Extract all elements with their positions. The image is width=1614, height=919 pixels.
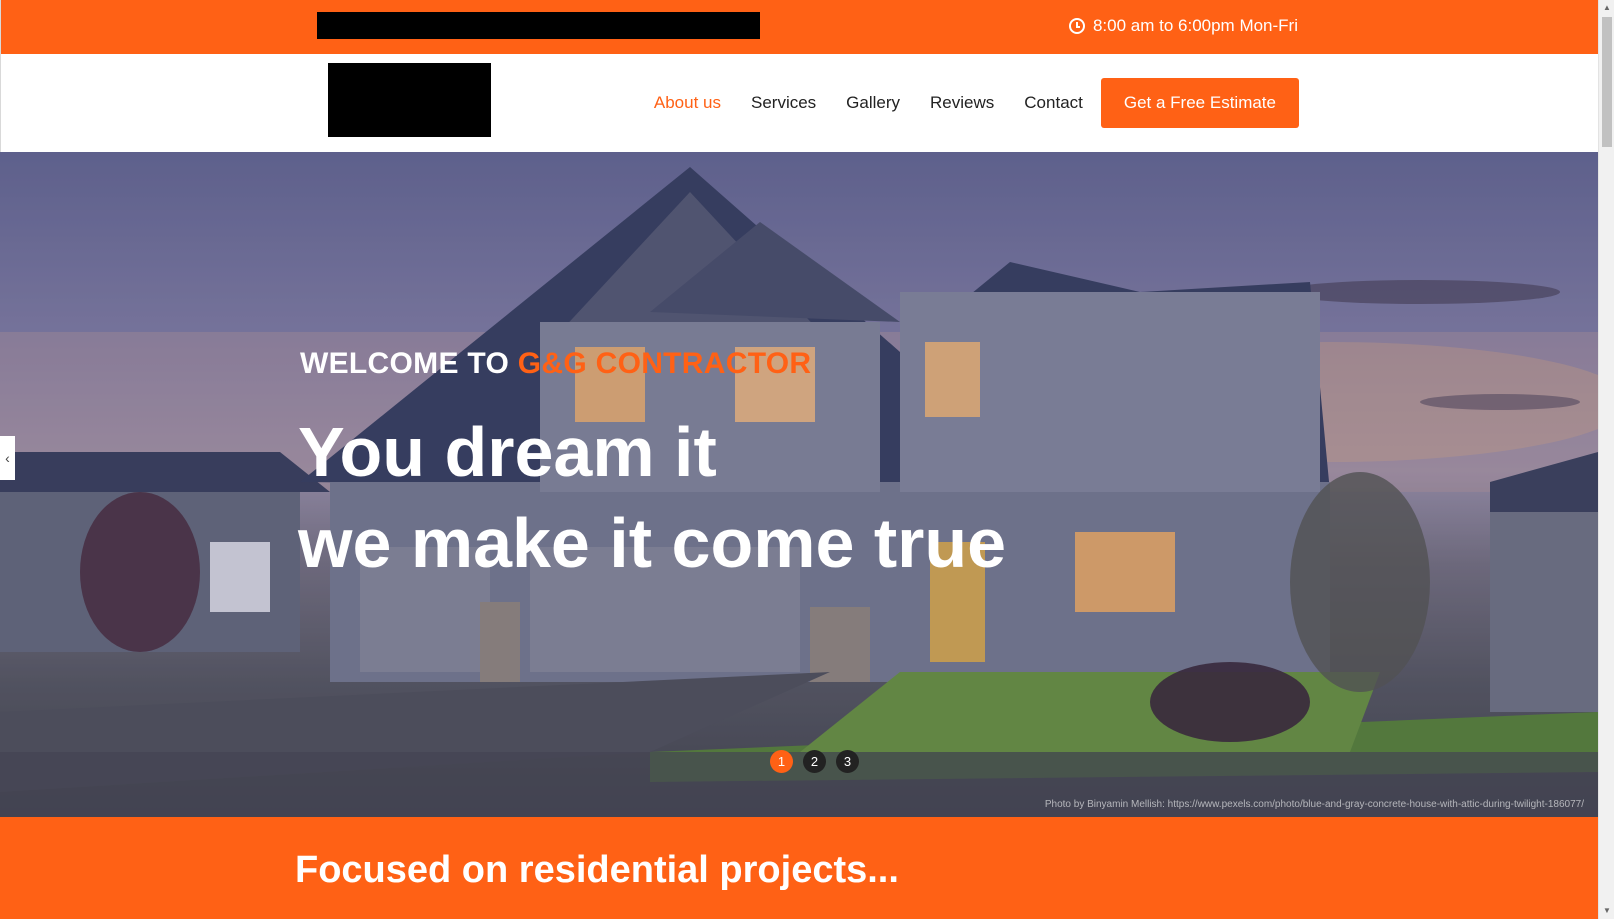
free-estimate-button[interactable]: Get a Free Estimate [1100,78,1299,128]
slider-prev-arrow[interactable]: ‹ [0,436,15,480]
nav-item-gallery[interactable]: Gallery [831,79,915,127]
business-hours: 8:00 am to 6:00pm Mon-Fri [1068,16,1298,36]
main-navbar: About us Services Gallery Reviews Contac… [0,54,1598,152]
nav-menu: About us Services Gallery Reviews Contac… [639,78,1299,128]
hero-kicker-prefix: WELCOME TO [300,347,510,380]
hero-title-line-2: we make it come true [298,504,1007,582]
slider-dot-1[interactable]: 1 [770,750,793,773]
page-scrollbar[interactable]: ▲ ▼ [1598,0,1614,919]
nav-item-about-us[interactable]: About us [639,79,736,127]
page: 8:00 am to 6:00pm Mon-Fri About us Servi… [0,0,1614,919]
intro-heading: Focused on residential projects... [295,849,899,891]
scroll-up-icon[interactable]: ▲ [1599,0,1614,16]
hero-kicker-brand: G&G CONTRACTOR [517,347,812,380]
nav-item-services[interactable]: Services [736,79,831,127]
hours-text: 8:00 am to 6:00pm Mon-Fri [1092,16,1298,35]
clock-icon [1068,18,1085,34]
hero-slider: ‹ WELCOME TO G&G CONTRACTOR You dream it… [0,152,1598,817]
scroll-thumb[interactable] [1602,17,1612,147]
logo[interactable] [328,63,491,137]
hero-title-line-1: You dream it [298,413,717,491]
slider-dot-3[interactable]: 3 [836,750,859,773]
top-bar: 8:00 am to 6:00pm Mon-Fri [0,0,1598,54]
photo-credit: Photo by Binyamin Mellish: https://www.p… [1044,799,1584,810]
nav-item-contact[interactable]: Contact [1009,79,1098,127]
scroll-down-icon[interactable]: ▼ [1599,903,1614,919]
slider-pagination: 1 2 3 [770,750,859,773]
nav-item-reviews[interactable]: Reviews [915,79,1009,127]
redacted-block [317,12,760,39]
intro-band: Focused on residential projects... [0,817,1598,919]
hero-title: You dream it we make it come true [298,407,1006,589]
slider-dot-2[interactable]: 2 [803,750,826,773]
hero-kicker: WELCOME TO G&G CONTRACTOR [300,347,811,381]
